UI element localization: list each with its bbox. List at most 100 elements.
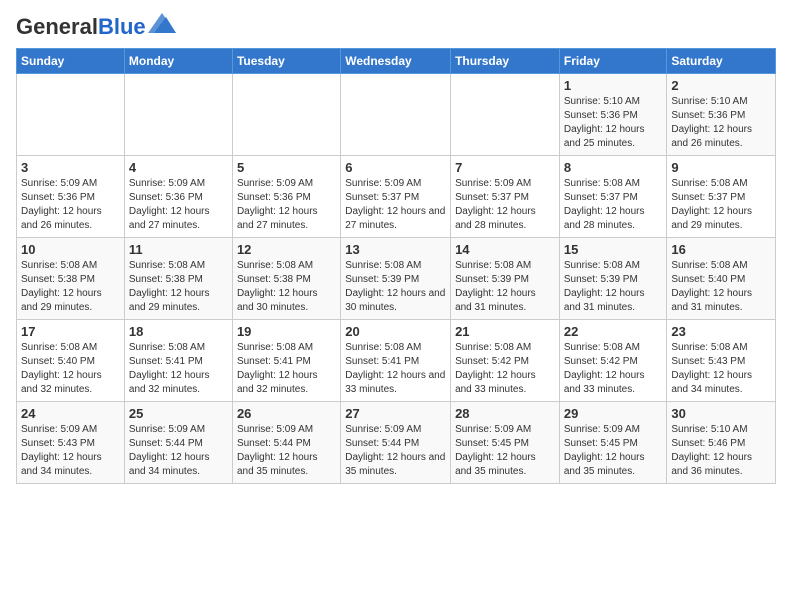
calendar-cell: 15Sunrise: 5:08 AM Sunset: 5:39 PM Dayli…: [559, 238, 667, 320]
logo-general: General: [16, 14, 98, 39]
day-number: 23: [671, 324, 771, 339]
day-info: Sunrise: 5:08 AM Sunset: 5:39 PM Dayligh…: [345, 259, 446, 315]
day-info: Sunrise: 5:10 AM Sunset: 5:46 PM Dayligh…: [671, 423, 771, 479]
calendar-cell: 29 Sunrise: 5:09 AM Sunset: 5:45 PM Dayli…: [559, 402, 667, 484]
calendar-week-1: 1 Sunrise: 5:10 AM Sunset: 5:36 PM Daylig…: [17, 74, 776, 156]
day-number: 25: [129, 406, 228, 421]
day-info: Sunrise: 5:09 AM Sunset: 5:37 PM Dayligh…: [455, 177, 555, 233]
day-number: 28: [455, 406, 555, 421]
day-info: Sunrise: 5:08 AM Sunset: 5:40 PM Dayligh…: [671, 259, 771, 315]
calendar-week-4: 17 Sunrise: 5:08 AM Sunset: 5:40 PM Dayli…: [17, 320, 776, 402]
day-info: Sunrise: 5:08 AM Sunset: 5:39 PM Dayligh…: [455, 259, 555, 315]
day-number: 17: [21, 324, 120, 339]
day-info: Sunrise: 5:09 AM Sunset: 5:44 PM Dayligh…: [129, 423, 228, 479]
calendar-cell: 23 Sunrise: 5:08 AM Sunset: 5:43 PM Dayli…: [667, 320, 776, 402]
calendar-cell: 28 Sunrise: 5:09 AM Sunset: 5:45 PM Dayli…: [451, 402, 560, 484]
calendar-cell: 13 Sunrise: 5:08 AM Sunset: 5:39 PM Dayli…: [341, 238, 451, 320]
day-number: 10: [21, 242, 120, 257]
weekday-header-thursday: Thursday: [451, 49, 560, 74]
day-number: 19: [237, 324, 336, 339]
calendar-cell: 4 Sunrise: 5:09 AM Sunset: 5:36 PM Daylig…: [124, 156, 232, 238]
calendar-cell: 18 Sunrise: 5:08 AM Sunset: 5:41 PM Dayli…: [124, 320, 232, 402]
day-number: 8: [564, 160, 663, 175]
day-number: 18: [129, 324, 228, 339]
day-info: Sunrise: 5:09 AM Sunset: 5:36 PM Dayligh…: [129, 177, 228, 233]
calendar-cell: 22 Sunrise: 5:08 AM Sunset: 5:42 PM Dayli…: [559, 320, 667, 402]
day-info: Sunrise: 5:09 AM Sunset: 5:45 PM Dayligh…: [455, 423, 555, 479]
day-number: 30: [671, 406, 771, 421]
weekday-header-tuesday: Tuesday: [232, 49, 340, 74]
calendar-cell: 17 Sunrise: 5:08 AM Sunset: 5:40 PM Dayli…: [17, 320, 125, 402]
calendar-cell: 20 Sunrise: 5:08 AM Sunset: 5:41 PM Dayli…: [341, 320, 451, 402]
day-info: Sunrise: 5:10 AM Sunset: 5:36 PM Dayligh…: [564, 95, 663, 151]
day-number: 1: [564, 78, 663, 93]
day-info: Sunrise: 5:08 AM Sunset: 5:37 PM Dayligh…: [564, 177, 663, 233]
day-number: 22: [564, 324, 663, 339]
calendar-week-2: 3 Sunrise: 5:09 AM Sunset: 5:36 PM Daylig…: [17, 156, 776, 238]
weekday-header-monday: Monday: [124, 49, 232, 74]
calendar-cell: 2 Sunrise: 5:10 AM Sunset: 5:36 PM Daylig…: [667, 74, 776, 156]
day-info: Sunrise: 5:09 AM Sunset: 5:44 PM Dayligh…: [345, 423, 446, 479]
weekday-header-wednesday: Wednesday: [341, 49, 451, 74]
calendar-cell: [124, 74, 232, 156]
day-info: Sunrise: 5:08 AM Sunset: 5:38 PM Dayligh…: [21, 259, 120, 315]
calendar-week-5: 24Sunrise: 5:09 AM Sunset: 5:43 PM Dayli…: [17, 402, 776, 484]
calendar-cell: 14Sunrise: 5:08 AM Sunset: 5:39 PM Dayli…: [451, 238, 560, 320]
calendar-cell: 30 Sunrise: 5:10 AM Sunset: 5:46 PM Dayli…: [667, 402, 776, 484]
calendar-cell: 5 Sunrise: 5:09 AM Sunset: 5:36 PM Daylig…: [232, 156, 340, 238]
logo-blue: Blue: [98, 14, 146, 39]
day-info: Sunrise: 5:08 AM Sunset: 5:38 PM Dayligh…: [237, 259, 336, 315]
day-info: Sunrise: 5:10 AM Sunset: 5:36 PM Dayligh…: [671, 95, 771, 151]
day-number: 15: [564, 242, 663, 257]
day-number: 7: [455, 160, 555, 175]
day-info: Sunrise: 5:08 AM Sunset: 5:42 PM Dayligh…: [455, 341, 555, 397]
calendar-cell: 12 Sunrise: 5:08 AM Sunset: 5:38 PM Dayli…: [232, 238, 340, 320]
logo-text: GeneralBlue: [16, 16, 146, 38]
day-number: 13: [345, 242, 446, 257]
calendar-cell: 7 Sunrise: 5:09 AM Sunset: 5:37 PM Daylig…: [451, 156, 560, 238]
weekday-header-sunday: Sunday: [17, 49, 125, 74]
day-info: Sunrise: 5:09 AM Sunset: 5:36 PM Dayligh…: [21, 177, 120, 233]
day-info: Sunrise: 5:09 AM Sunset: 5:36 PM Dayligh…: [237, 177, 336, 233]
day-info: Sunrise: 5:08 AM Sunset: 5:40 PM Dayligh…: [21, 341, 120, 397]
calendar-cell: 21 Sunrise: 5:08 AM Sunset: 5:42 PM Dayli…: [451, 320, 560, 402]
day-number: 16: [671, 242, 771, 257]
calendar-cell: 25 Sunrise: 5:09 AM Sunset: 5:44 PM Dayli…: [124, 402, 232, 484]
weekday-header-row: SundayMondayTuesdayWednesdayThursdayFrid…: [17, 49, 776, 74]
day-number: 20: [345, 324, 446, 339]
weekday-header-friday: Friday: [559, 49, 667, 74]
day-info: Sunrise: 5:09 AM Sunset: 5:44 PM Dayligh…: [237, 423, 336, 479]
day-number: 24: [21, 406, 120, 421]
day-info: Sunrise: 5:08 AM Sunset: 5:38 PM Dayligh…: [129, 259, 228, 315]
day-info: Sunrise: 5:09 AM Sunset: 5:45 PM Dayligh…: [564, 423, 663, 479]
day-number: 12: [237, 242, 336, 257]
calendar-cell: [451, 74, 560, 156]
day-number: 4: [129, 160, 228, 175]
day-number: 6: [345, 160, 446, 175]
calendar-cell: [17, 74, 125, 156]
day-number: 5: [237, 160, 336, 175]
day-info: Sunrise: 5:08 AM Sunset: 5:41 PM Dayligh…: [345, 341, 446, 397]
day-info: Sunrise: 5:08 AM Sunset: 5:43 PM Dayligh…: [671, 341, 771, 397]
day-info: Sunrise: 5:08 AM Sunset: 5:37 PM Dayligh…: [671, 177, 771, 233]
calendar-cell: 26 Sunrise: 5:09 AM Sunset: 5:44 PM Dayli…: [232, 402, 340, 484]
day-info: Sunrise: 5:08 AM Sunset: 5:42 PM Dayligh…: [564, 341, 663, 397]
day-number: 26: [237, 406, 336, 421]
calendar-cell: 27Sunrise: 5:09 AM Sunset: 5:44 PM Dayli…: [341, 402, 451, 484]
day-number: 21: [455, 324, 555, 339]
day-info: Sunrise: 5:08 AM Sunset: 5:41 PM Dayligh…: [237, 341, 336, 397]
day-number: 3: [21, 160, 120, 175]
day-info: Sunrise: 5:09 AM Sunset: 5:37 PM Dayligh…: [345, 177, 446, 233]
calendar-cell: 1 Sunrise: 5:10 AM Sunset: 5:36 PM Daylig…: [559, 74, 667, 156]
calendar-cell: [341, 74, 451, 156]
day-number: 2: [671, 78, 771, 93]
calendar-cell: 16 Sunrise: 5:08 AM Sunset: 5:40 PM Dayli…: [667, 238, 776, 320]
page-header: GeneralBlue: [16, 16, 776, 38]
day-number: 9: [671, 160, 771, 175]
day-info: Sunrise: 5:08 AM Sunset: 5:41 PM Dayligh…: [129, 341, 228, 397]
logo: GeneralBlue: [16, 16, 176, 38]
calendar-cell: 6 Sunrise: 5:09 AM Sunset: 5:37 PM Daylig…: [341, 156, 451, 238]
day-number: 29: [564, 406, 663, 421]
day-number: 11: [129, 242, 228, 257]
logo-icon: [148, 13, 176, 33]
